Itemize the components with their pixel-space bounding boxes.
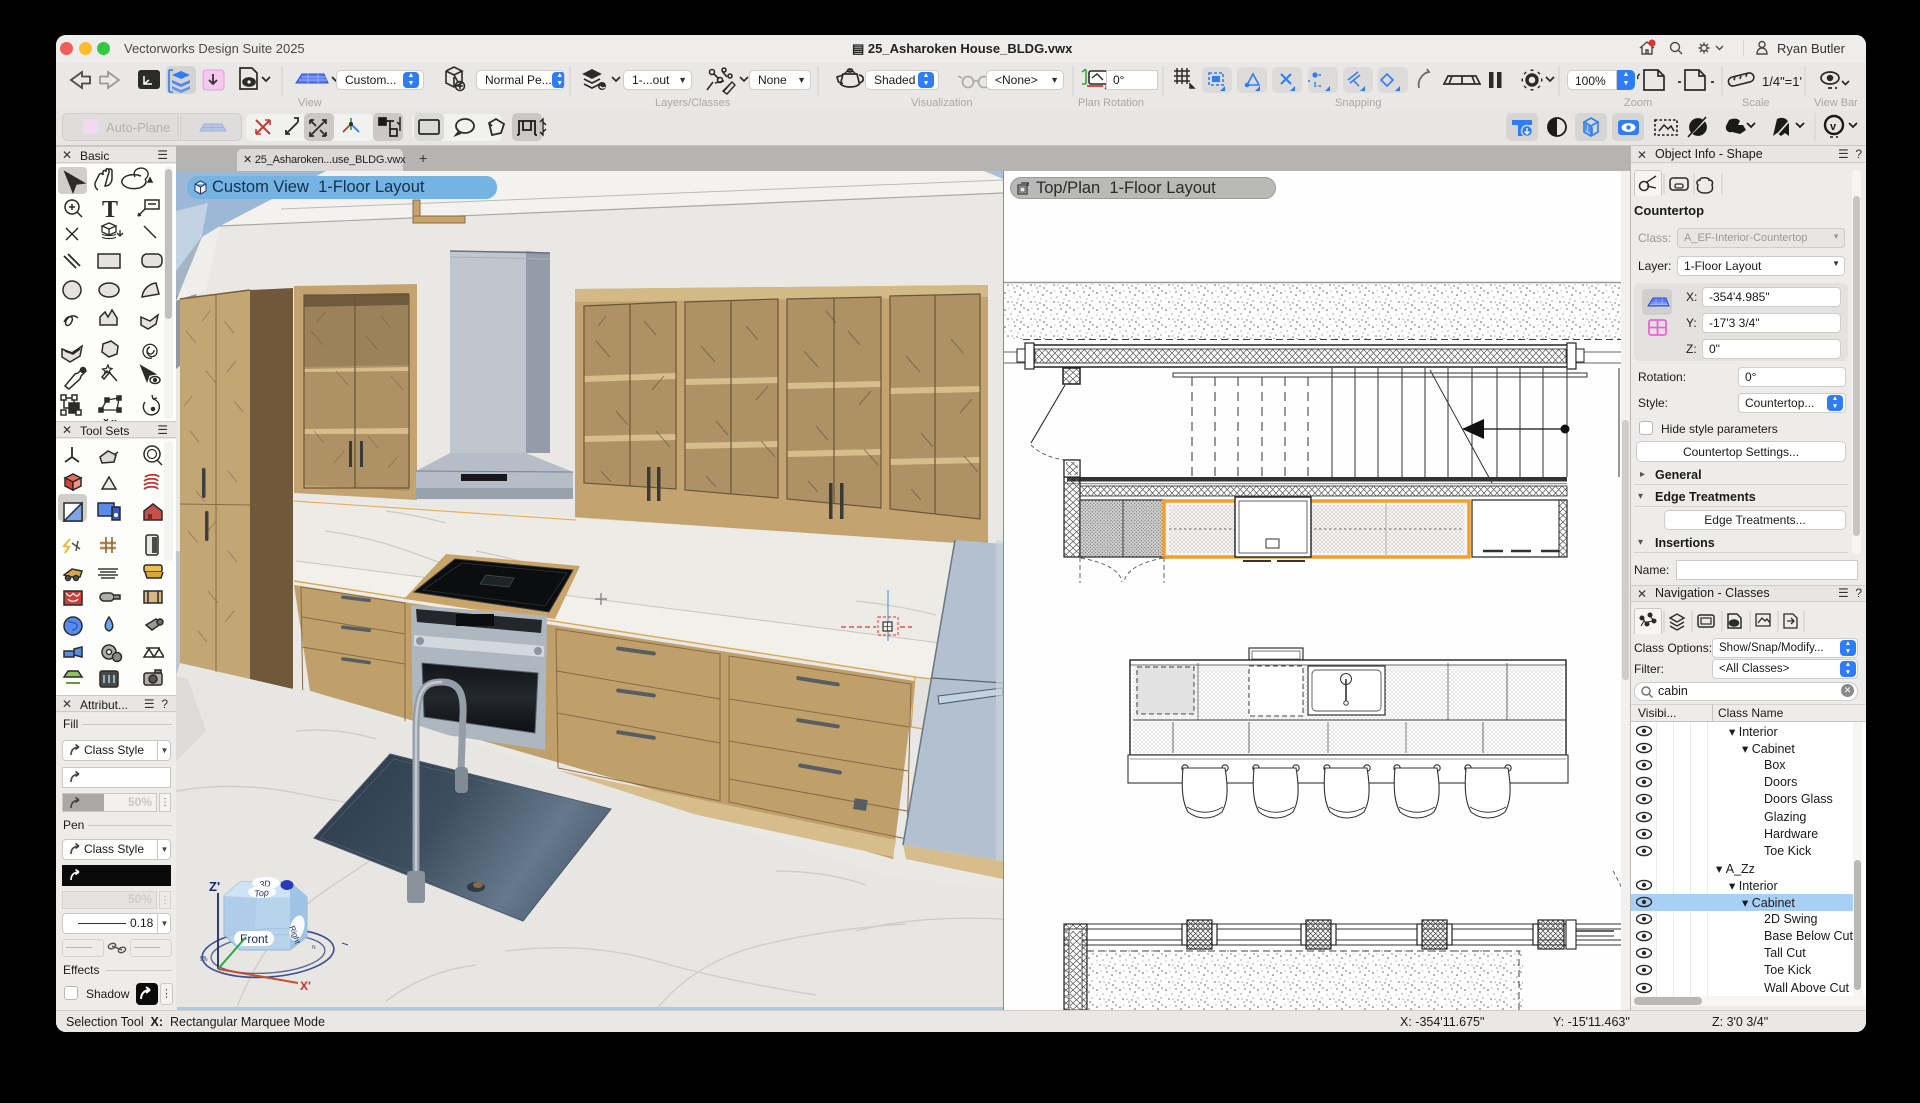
svg-text:Top: Top [254,887,270,898]
svg-text:1/4"=1': 1/4"=1' [1762,74,1802,89]
svg-text:T: T [102,197,118,223]
svg-text:s/w: s/w [200,957,208,963]
svg-text:X': X' [300,979,311,993]
svg-text:N: N [312,945,316,951]
svg-text:Z': Z' [209,879,220,894]
svg-text:v: v [1830,121,1837,133]
